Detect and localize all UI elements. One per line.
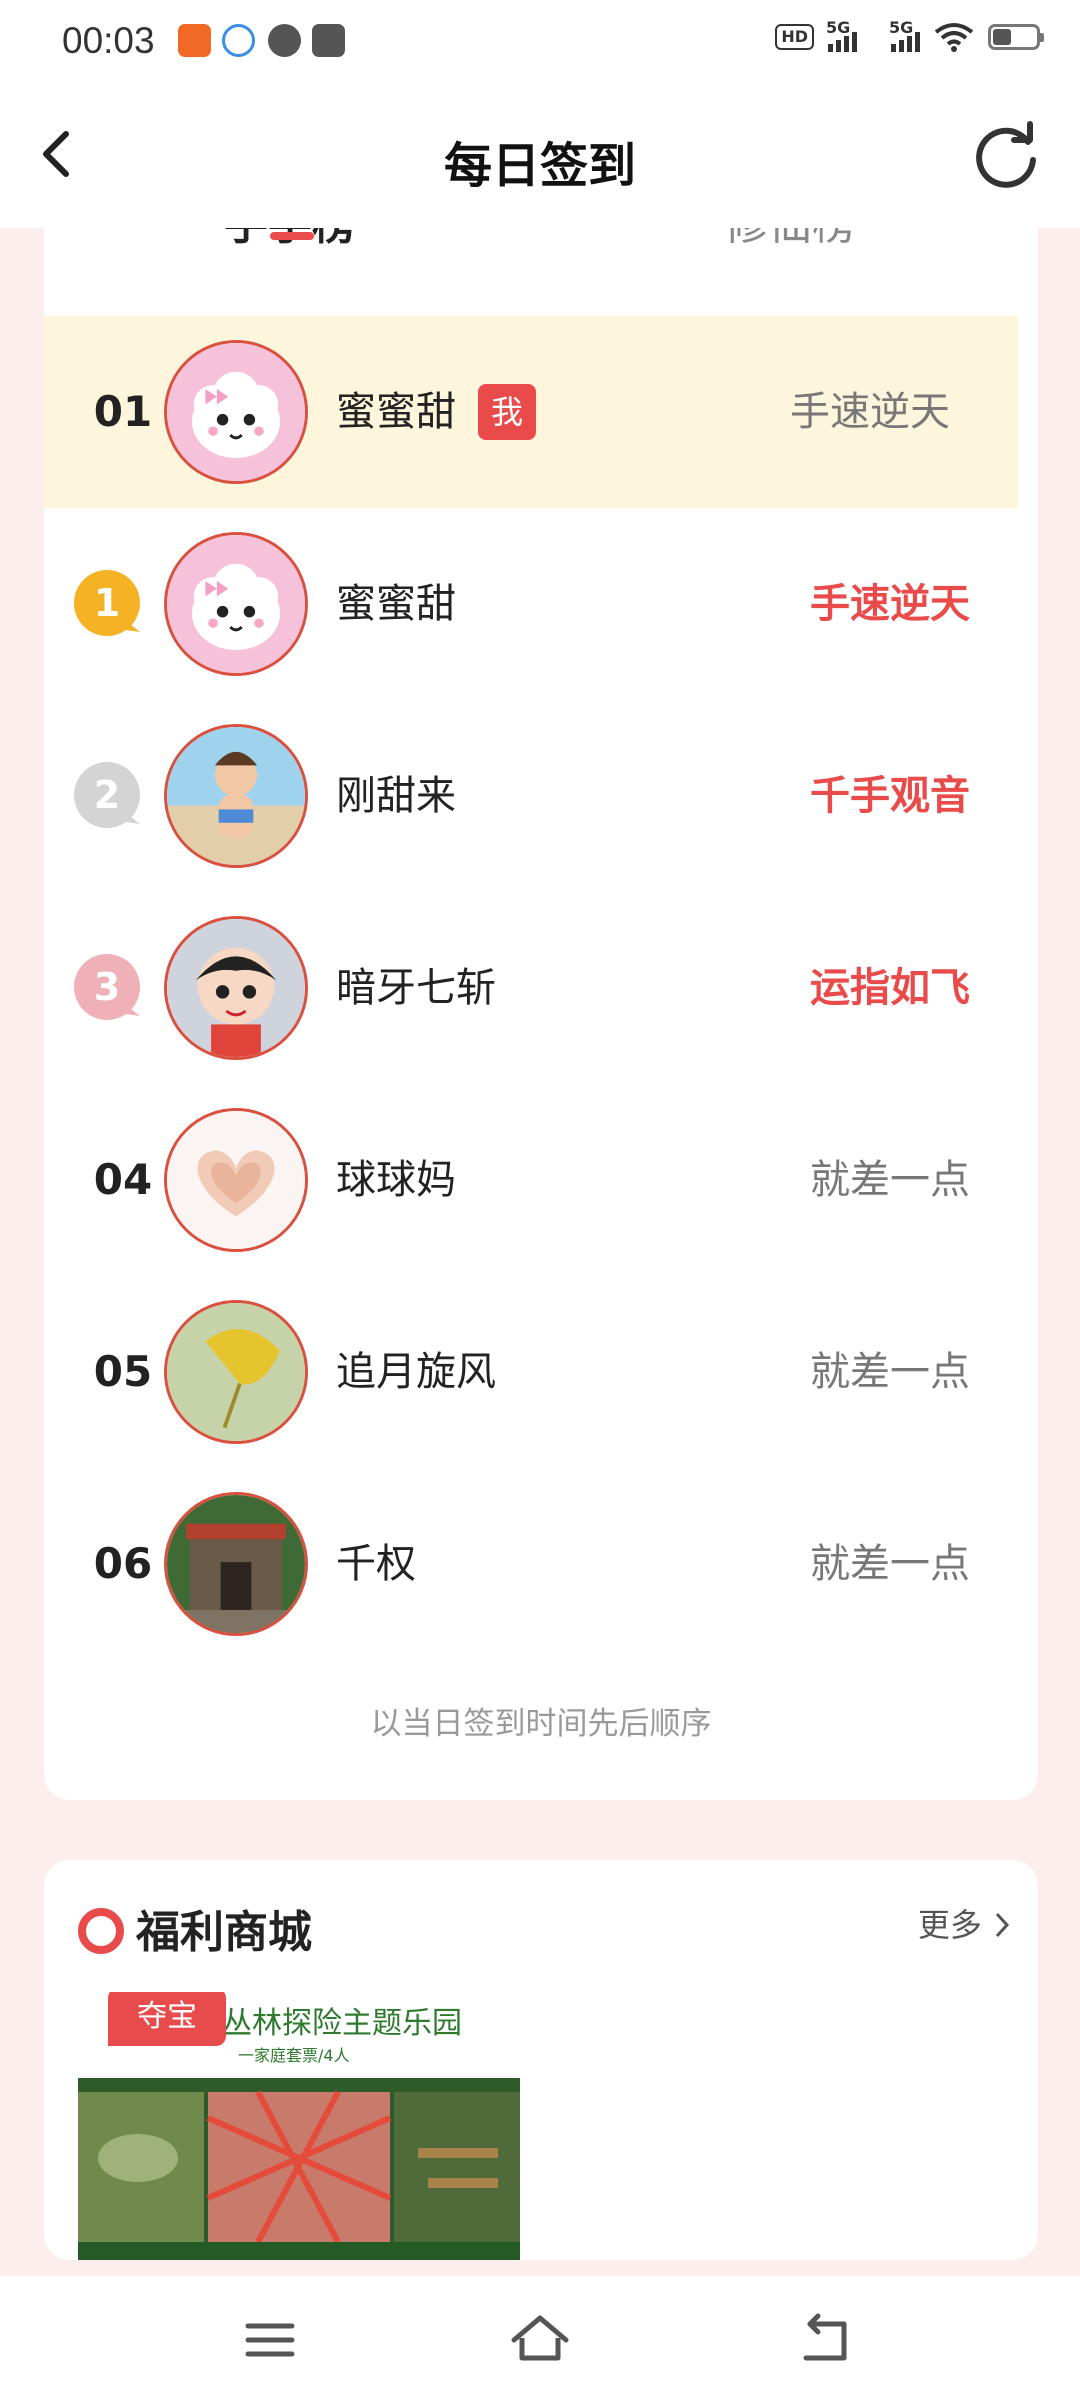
ranking-row[interactable]: 2 刚甜来 千手观音 bbox=[44, 700, 1038, 892]
status-time: 00:03 bbox=[62, 20, 155, 61]
system-nav-bar bbox=[0, 2276, 1080, 2400]
menu-icon[interactable] bbox=[240, 2312, 300, 2368]
rank-number: 06 bbox=[93, 1539, 153, 1588]
sign-result: 就差一点 bbox=[810, 1157, 970, 1203]
nav-bar: 每日签到 bbox=[0, 86, 1080, 228]
signal-icon: 5G bbox=[889, 18, 920, 52]
svg-text:1: 1 bbox=[94, 581, 120, 625]
ranking-row[interactable]: 3 暗牙七斩 运指如飞 bbox=[44, 892, 1038, 1084]
sign-result: 就差一点 bbox=[810, 1349, 970, 1395]
section-ring-icon bbox=[78, 1908, 124, 1954]
page-title: 每日签到 bbox=[443, 138, 636, 194]
avatar bbox=[164, 1492, 308, 1636]
avatar bbox=[164, 532, 308, 676]
user-name: 蜜蜜甜 bbox=[336, 389, 456, 435]
tab-indicator bbox=[270, 232, 314, 240]
status-bar: 00:03 HD 5G 5G bbox=[0, 0, 1080, 86]
ranking-row[interactable]: 06 千权 就差一点 bbox=[44, 1468, 1038, 1660]
more-link[interactable]: 更多 bbox=[918, 1900, 1012, 1946]
product-card[interactable]: 丛林探险主题乐园 一家庭套票/4人 夺宝 bbox=[78, 1992, 520, 2260]
sign-result: 手速逆天 bbox=[790, 389, 950, 435]
svg-text:2: 2 bbox=[94, 773, 120, 817]
welfare-mall-card: 福利商城 更多 丛林探险主题乐园 一家庭套票/4人 夺宝 bbox=[44, 1860, 1038, 2260]
user-name: 千权 bbox=[336, 1541, 416, 1587]
product-tag: 夺宝 bbox=[108, 1992, 226, 2046]
signal-icon: 5G bbox=[826, 18, 857, 52]
sign-result: 千手观音 bbox=[810, 773, 970, 819]
rank-number: 05 bbox=[93, 1347, 153, 1396]
sign-result: 手速逆天 bbox=[810, 581, 970, 627]
battery-icon bbox=[988, 24, 1044, 50]
wifi-icon bbox=[934, 23, 974, 52]
back-nav-icon[interactable] bbox=[796, 2312, 856, 2368]
rank-number: 04 bbox=[93, 1155, 153, 1204]
app-icon bbox=[222, 24, 255, 57]
user-name: 暗牙七斩 bbox=[336, 965, 496, 1011]
mall-title: 福利商城 bbox=[136, 1907, 312, 1958]
product-image bbox=[78, 2078, 520, 2260]
ranking-footnote: 以当日签到时间先后顺序 bbox=[370, 1706, 712, 1742]
svg-text:3: 3 bbox=[94, 965, 120, 1009]
product-subtitle: 一家庭套票/4人 bbox=[238, 2046, 350, 2065]
my-rank-row[interactable]: 01 蜜蜜甜 我 手速逆天 bbox=[44, 316, 1018, 508]
hd-indicator: HD bbox=[775, 24, 814, 50]
gold-medal-icon: 1 bbox=[74, 570, 140, 636]
speedometer-icon bbox=[268, 24, 301, 57]
avatar bbox=[164, 1300, 308, 1444]
bronze-medal-icon: 3 bbox=[74, 954, 140, 1020]
product-name: 丛林探险主题乐园 bbox=[222, 2006, 462, 2041]
ranking-row[interactable]: 1 蜜蜜甜 手速逆天 bbox=[44, 508, 1038, 700]
user-name: 刚甜来 bbox=[336, 773, 456, 819]
avatar bbox=[164, 1108, 308, 1252]
user-name: 球球妈 bbox=[336, 1157, 456, 1203]
refresh-icon[interactable] bbox=[970, 120, 1042, 192]
avatar bbox=[164, 724, 308, 868]
sign-result: 运指如飞 bbox=[810, 965, 970, 1011]
tab-cultivation[interactable]: 修仙榜 bbox=[724, 228, 856, 252]
ranking-card: 手手榜 修仙榜 01 蜜蜜甜 我 手速逆天 1 bbox=[44, 228, 1038, 1800]
status-indicators: HD 5G 5G bbox=[775, 18, 1044, 52]
user-name: 追月旋风 bbox=[336, 1349, 496, 1395]
gallery-icon bbox=[312, 24, 345, 57]
alipay-icon bbox=[178, 24, 211, 57]
silver-medal-icon: 2 bbox=[74, 762, 140, 828]
sign-result: 就差一点 bbox=[810, 1541, 970, 1587]
chevron-right-icon bbox=[995, 1912, 1010, 1938]
avatar bbox=[164, 916, 308, 1060]
ranking-tabs: 手手榜 修仙榜 bbox=[44, 228, 1038, 278]
rank-number: 01 bbox=[93, 387, 153, 436]
user-name: 蜜蜜甜 bbox=[336, 581, 456, 627]
me-badge: 我 bbox=[478, 384, 536, 440]
ranking-row[interactable]: 04 球球妈 就差一点 bbox=[44, 1084, 1038, 1276]
home-icon[interactable] bbox=[510, 2312, 570, 2368]
avatar bbox=[164, 340, 308, 484]
ranking-row[interactable]: 05 追月旋风 就差一点 bbox=[44, 1276, 1038, 1468]
